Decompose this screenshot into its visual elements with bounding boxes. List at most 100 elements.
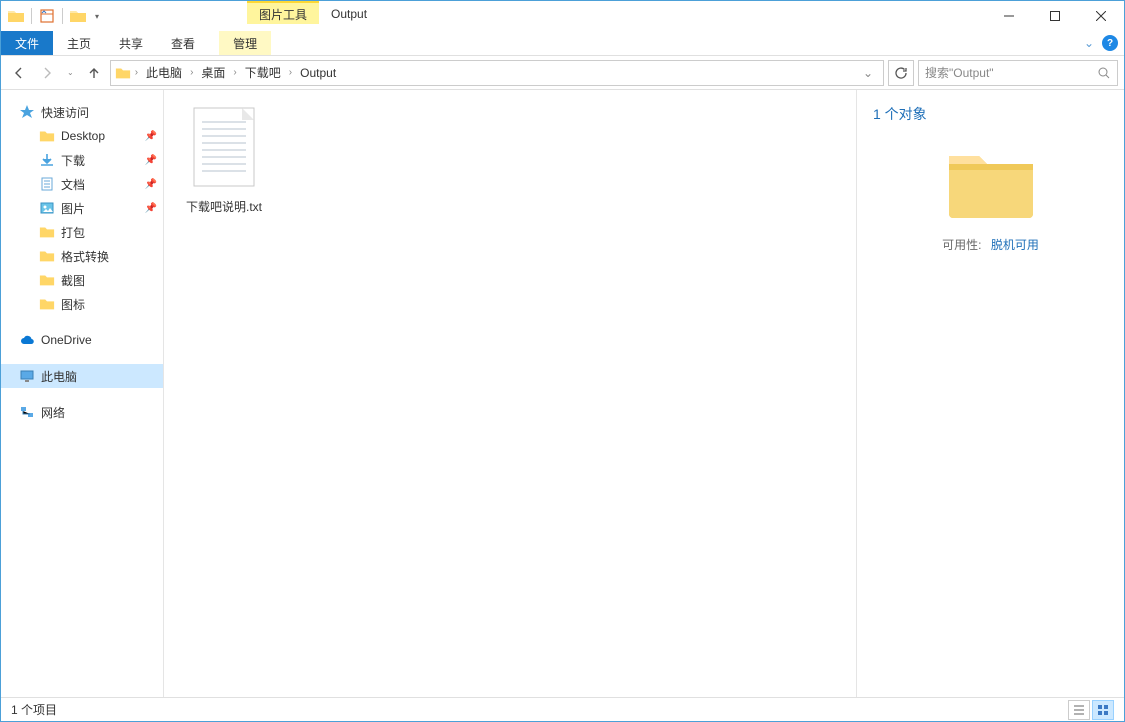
prop-key: 可用性: (942, 238, 981, 252)
ribbon-right: ⌄ ? (1084, 31, 1124, 55)
tree-item-icons[interactable]: 图标 (1, 292, 163, 316)
qat-properties-icon[interactable] (36, 5, 58, 27)
tree-label: 截图 (61, 272, 85, 289)
contextual-tab-group: 图片工具 (247, 1, 319, 24)
folder-icon (39, 296, 55, 312)
view-switcher (1068, 700, 1114, 720)
breadcrumb-item[interactable]: Output (296, 64, 340, 82)
chevron-right-icon[interactable]: › (188, 67, 195, 78)
tree-this-pc[interactable]: 此电脑 (1, 364, 163, 388)
monitor-icon (19, 368, 35, 384)
chevron-right-icon[interactable]: › (231, 67, 238, 78)
separator (31, 8, 32, 24)
chevron-right-icon[interactable]: › (133, 67, 140, 78)
search-input[interactable]: 搜索"Output" (918, 60, 1118, 86)
ribbon-tab-manage[interactable]: 管理 (219, 31, 271, 55)
breadcrumb-item[interactable]: 桌面 (197, 62, 229, 83)
tree-label: 快速访问 (41, 104, 89, 121)
details-view-button[interactable] (1068, 700, 1090, 720)
ribbon-collapse-icon[interactable]: ⌄ (1084, 36, 1094, 50)
tree-label: 格式转换 (61, 248, 109, 265)
forward-button[interactable] (35, 61, 59, 85)
file-item[interactable]: 下载吧说明.txt (174, 104, 274, 215)
close-button[interactable] (1078, 1, 1124, 31)
search-icon (1097, 66, 1111, 80)
tree-label: OneDrive (41, 333, 92, 347)
tree-label: 下载 (61, 152, 85, 169)
tree-onedrive[interactable]: OneDrive (1, 328, 163, 352)
pin-icon: 📌 (145, 179, 157, 190)
main-area: 快速访问 Desktop 📌 下载 📌 文档 📌 图片 📌 打包 格 (1, 90, 1124, 697)
minimize-button[interactable] (986, 1, 1032, 31)
cloud-icon (19, 332, 35, 348)
refresh-button[interactable] (888, 60, 914, 86)
text-file-icon (188, 104, 260, 192)
tree-item-documents[interactable]: 文档 📌 (1, 172, 163, 196)
qat-dropdown-icon[interactable]: ▾ (91, 12, 103, 21)
status-text: 1 个项目 (11, 701, 57, 718)
tree-label: 网络 (41, 404, 65, 421)
file-list[interactable]: 下载吧说明.txt (164, 90, 856, 697)
titlebar: ▾ 图片工具 Output (1, 1, 1124, 31)
icons-view-button[interactable] (1092, 700, 1114, 720)
window-controls (986, 1, 1124, 31)
help-icon[interactable]: ? (1102, 35, 1118, 51)
tree-item-pack[interactable]: 打包 (1, 220, 163, 244)
folder-icon (39, 272, 55, 288)
folder-large-icon (943, 142, 1039, 222)
tree-label: 图片 (61, 200, 85, 217)
prop-value: 脱机可用 (991, 238, 1039, 252)
pin-icon: 📌 (145, 155, 157, 166)
tree-network[interactable]: 网络 (1, 400, 163, 424)
tree-item-pictures[interactable]: 图片 📌 (1, 196, 163, 220)
separator (62, 8, 63, 24)
navigation-tree: 快速访问 Desktop 📌 下载 📌 文档 📌 图片 📌 打包 格 (1, 90, 164, 697)
ribbon-tab-home[interactable]: 主页 (53, 31, 105, 55)
tree-item-screenshot[interactable]: 截图 (1, 268, 163, 292)
status-bar: 1 个项目 (1, 697, 1124, 721)
details-pane: 1 个对象 可用性: 脱机可用 (856, 90, 1124, 697)
tree-item-convert[interactable]: 格式转换 (1, 244, 163, 268)
folder-icon (39, 224, 55, 240)
breadcrumb-item[interactable]: 此电脑 (142, 62, 186, 83)
network-icon (19, 404, 35, 420)
chevron-right-icon[interactable]: › (287, 67, 294, 78)
search-placeholder: 搜索"Output" (925, 64, 994, 81)
up-button[interactable] (82, 61, 106, 85)
tree-label: Desktop (61, 129, 105, 143)
tree-item-desktop[interactable]: Desktop 📌 (1, 124, 163, 148)
breadcrumb-item[interactable]: 下载吧 (241, 62, 285, 83)
ribbon-tab-view[interactable]: 查看 (157, 31, 209, 55)
history-dropdown-icon[interactable]: ⌄ (63, 68, 78, 77)
ribbon-tabs: 文件 主页 共享 查看 管理 ⌄ ? (1, 31, 1124, 56)
ribbon-tab-file[interactable]: 文件 (1, 31, 53, 55)
back-button[interactable] (7, 61, 31, 85)
quick-access-toolbar: ▾ (1, 1, 107, 31)
tree-label: 此电脑 (41, 368, 77, 385)
details-properties: 可用性: 脱机可用 (873, 236, 1108, 253)
details-header: 1 个对象 (873, 104, 1108, 124)
folder-icon (39, 248, 55, 264)
tree-label: 图标 (61, 296, 85, 313)
file-name: 下载吧说明.txt (174, 198, 274, 215)
tree-quick-access[interactable]: 快速访问 (1, 100, 163, 124)
download-icon (39, 152, 55, 168)
folder-icon (39, 128, 55, 144)
pin-icon: 📌 (145, 131, 157, 142)
address-dropdown-icon[interactable]: ⌄ (857, 66, 879, 80)
pin-icon: 📌 (145, 203, 157, 214)
maximize-button[interactable] (1032, 1, 1078, 31)
app-folder-icon (5, 5, 27, 27)
tree-label: 文档 (61, 176, 85, 193)
address-folder-icon (115, 65, 131, 81)
address-bar[interactable]: › 此电脑 › 桌面 › 下载吧 › Output ⌄ (110, 60, 884, 86)
tree-item-downloads[interactable]: 下载 📌 (1, 148, 163, 172)
pictures-icon (39, 200, 55, 216)
window-title: Output (319, 1, 986, 31)
document-icon (39, 176, 55, 192)
star-icon (19, 104, 35, 120)
ribbon-tab-share[interactable]: 共享 (105, 31, 157, 55)
tree-label: 打包 (61, 224, 85, 241)
qat-folder-icon[interactable] (67, 5, 89, 27)
navigation-bar: ⌄ › 此电脑 › 桌面 › 下载吧 › Output ⌄ 搜索"Output" (1, 56, 1124, 90)
